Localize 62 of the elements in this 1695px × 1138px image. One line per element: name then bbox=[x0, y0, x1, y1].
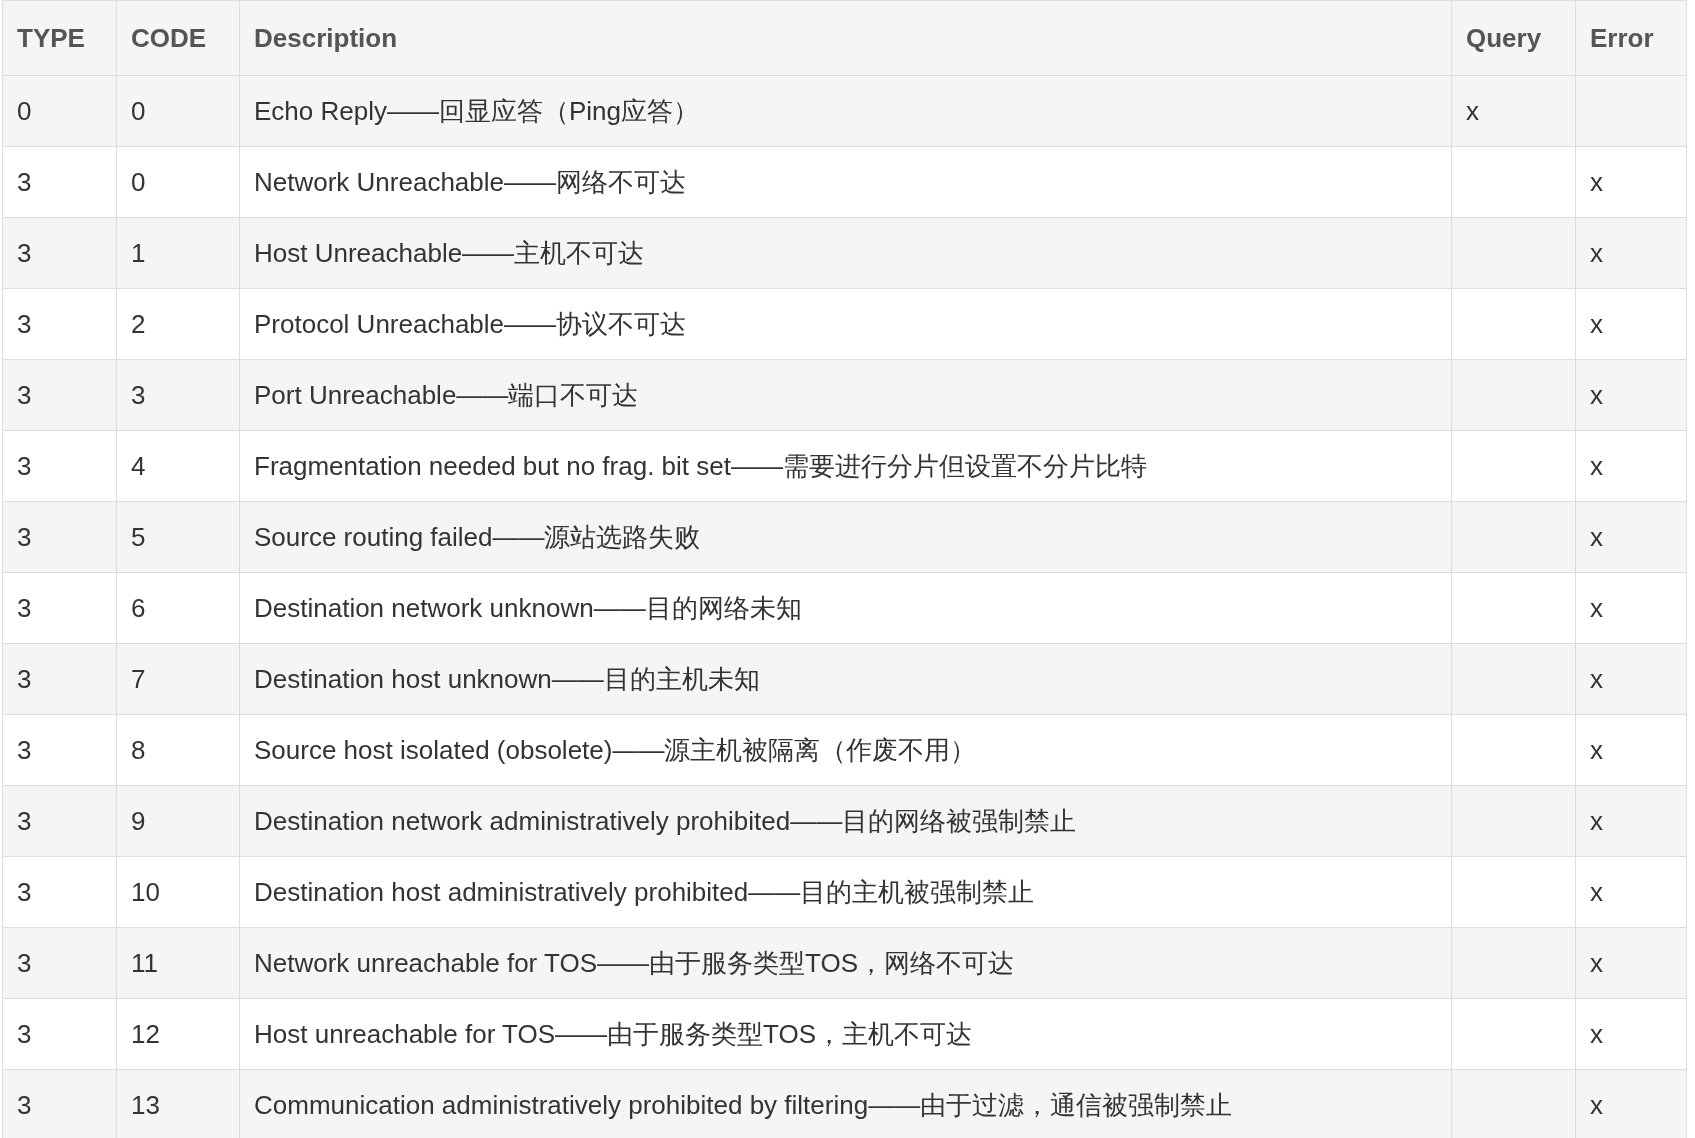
table-cell: 3 bbox=[2, 359, 117, 431]
table-cell: x bbox=[1575, 785, 1687, 857]
table-cell: Source host isolated (obsolete)——源主机被隔离（作废不用） bbox=[239, 714, 1452, 786]
table-cell: x bbox=[1575, 359, 1687, 431]
table-cell: 7 bbox=[116, 643, 240, 715]
table-cell: x bbox=[1575, 714, 1687, 786]
table-cell: x bbox=[1575, 501, 1687, 573]
table-cell: 3 bbox=[2, 785, 117, 857]
table-cell: Destination network unknown——目的网络未知 bbox=[239, 572, 1452, 644]
table-cell: x bbox=[1575, 927, 1687, 999]
table-cell: Destination host administratively prohibited——目的主机被强制禁止 bbox=[239, 856, 1452, 928]
column-header: Description bbox=[239, 0, 1452, 76]
table-cell: 2 bbox=[116, 288, 240, 360]
table-cell: x bbox=[1451, 75, 1576, 147]
table-cell: 3 bbox=[2, 998, 117, 1070]
table-cell: 12 bbox=[116, 998, 240, 1070]
table-cell: 1 bbox=[116, 217, 240, 289]
table-cell: 0 bbox=[116, 75, 240, 147]
table-cell: 3 bbox=[2, 288, 117, 360]
table-cell: 3 bbox=[2, 572, 117, 644]
table-cell: 4 bbox=[116, 430, 240, 502]
table-cell: 3 bbox=[2, 714, 117, 786]
table-cell: 0 bbox=[116, 146, 240, 218]
table-cell: Echo Reply——回显应答（Ping应答） bbox=[239, 75, 1452, 147]
table-cell: Fragmentation needed but no frag. bit set——需要进行分片但设置不分片比特 bbox=[239, 430, 1452, 502]
table-cell: Destination network administratively prohibited——目的网络被强制禁止 bbox=[239, 785, 1452, 857]
table-cell: 11 bbox=[116, 927, 240, 999]
table-cell: Source routing failed——源站选路失败 bbox=[239, 501, 1452, 573]
table-cell: Host unreachable for TOS——由于服务类型TOS，主机不可达 bbox=[239, 998, 1452, 1070]
table-cell: x bbox=[1575, 288, 1687, 360]
table-cell: 3 bbox=[2, 1069, 117, 1138]
table-cell: x bbox=[1575, 146, 1687, 218]
table-cell: Protocol Unreachable——协议不可达 bbox=[239, 288, 1452, 360]
table-cell: 5 bbox=[116, 501, 240, 573]
table-cell: 8 bbox=[116, 714, 240, 786]
table-cell: x bbox=[1575, 572, 1687, 644]
table-cell: 9 bbox=[116, 785, 240, 857]
table-cell: 3 bbox=[2, 146, 117, 218]
table-cell: 3 bbox=[2, 643, 117, 715]
table-cell: 3 bbox=[2, 217, 117, 289]
table-cell: Port Unreachable——端口不可达 bbox=[239, 359, 1452, 431]
table-cell: 3 bbox=[2, 856, 117, 928]
table-cell: 0 bbox=[2, 75, 117, 147]
table-cell: x bbox=[1575, 998, 1687, 1070]
table-cell: 10 bbox=[116, 856, 240, 928]
table-cell: 3 bbox=[116, 359, 240, 431]
table-cell: 3 bbox=[2, 501, 117, 573]
table-cell: Destination host unknown——目的主机未知 bbox=[239, 643, 1452, 715]
table-cell: x bbox=[1575, 217, 1687, 289]
column-header: TYPE bbox=[2, 0, 117, 76]
table-cell: Host Unreachable——主机不可达 bbox=[239, 217, 1452, 289]
table-cell: x bbox=[1575, 856, 1687, 928]
table-cell: Network unreachable for TOS——由于服务类型TOS，网络不可达 bbox=[239, 927, 1452, 999]
column-header: CODE bbox=[116, 0, 240, 76]
table-cell: x bbox=[1575, 643, 1687, 715]
table-cell: Network Unreachable——网络不可达 bbox=[239, 146, 1452, 218]
column-header: Error bbox=[1575, 0, 1687, 76]
table-cell: x bbox=[1575, 430, 1687, 502]
table-cell: 3 bbox=[2, 430, 117, 502]
table-cell: 6 bbox=[116, 572, 240, 644]
column-header: Query bbox=[1451, 0, 1576, 76]
table-cell: 3 bbox=[2, 927, 117, 999]
